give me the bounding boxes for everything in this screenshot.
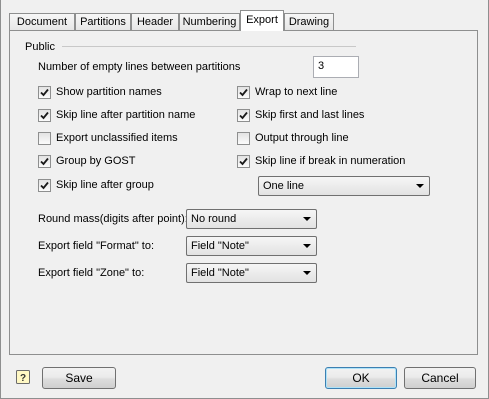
tab-drawing[interactable]: Drawing [284,13,334,31]
show-partition-names-checkbox[interactable]: Show partition names [38,85,162,99]
empty-lines-label: Number of empty lines between partitions [38,61,241,73]
group-divider [62,46,356,47]
checkmark-icon [239,157,248,165]
round-mass-value: No round [191,213,237,225]
checkmark-icon [239,88,248,96]
tab-partitions[interactable]: Partitions [75,13,131,31]
tab-numbering[interactable]: Numbering [179,13,240,31]
export-format-select[interactable]: Field "Note" [186,236,317,256]
group-label-public: Public [25,41,55,53]
export-zone-value: Field "Note" [191,267,249,279]
checkmark-icon [40,181,49,189]
line-mode-value: One line [263,180,304,192]
checkmark-icon [40,88,49,96]
export-zone-label: Export field "Zone" to: [38,267,145,279]
wrap-to-next-line-label: Wrap to next line [255,86,338,98]
tab-header[interactable]: Header [131,13,179,31]
chevron-down-icon [303,244,311,248]
tab-document[interactable]: Document [9,13,75,31]
skip-line-if-break-checkbox[interactable]: Skip line if break in numeration [237,154,405,168]
skip-first-and-last-lines-label: Skip first and last lines [255,109,365,121]
checkmark-icon [40,111,49,119]
export-unclassified-items-label: Export unclassified items [56,132,178,144]
tab-drawing-label: Drawing [288,16,330,28]
skip-line-after-group-label: Skip line after group [56,179,154,191]
checkmark-icon [40,157,49,165]
skip-line-after-partition-name-label: Skip line after partition name [56,109,196,121]
skip-line-after-group-checkbox[interactable]: Skip line after group [38,178,154,192]
svg-text:?: ? [20,373,26,384]
tab-partitions-label: Partitions [80,16,126,28]
chevron-down-icon [416,184,424,188]
save-button[interactable]: Save [42,367,116,389]
ok-button[interactable]: OK [325,367,397,389]
export-format-label: Export field "Format" to: [38,240,155,252]
tab-header-label: Header [136,16,174,28]
tab-document-label: Document [16,16,68,28]
skip-line-after-partition-name-checkbox[interactable]: Skip line after partition name [38,108,195,122]
export-format-value: Field "Note" [191,240,249,252]
chevron-down-icon [303,217,311,221]
round-mass-select[interactable]: No round [186,209,317,229]
tab-numbering-label: Numbering [182,16,237,28]
output-through-line-label: Output through line [255,132,349,144]
skip-line-if-break-label: Skip line if break in numeration [255,155,406,167]
output-through-line-checkbox[interactable]: Output through line [237,131,349,145]
cancel-button[interactable]: Cancel [404,367,476,389]
checkmark-icon [239,111,248,119]
empty-lines-input[interactable]: 3 [313,56,359,78]
show-partition-names-label: Show partition names [56,86,162,98]
export-unclassified-items-checkbox[interactable]: Export unclassified items [38,131,178,145]
line-mode-select[interactable]: One line [258,176,430,196]
wrap-to-next-line-checkbox[interactable]: Wrap to next line [237,85,337,99]
tab-export[interactable]: Export [240,10,284,31]
group-by-gost-label: Group by GOST [56,155,136,167]
skip-first-and-last-lines-checkbox[interactable]: Skip first and last lines [237,108,364,122]
help-icon[interactable]: ? [16,370,30,384]
round-mass-label: Round mass(digits after point): [38,213,188,225]
chevron-down-icon [303,271,311,275]
export-zone-select[interactable]: Field "Note" [186,263,317,283]
tab-export-label: Export [246,14,278,26]
group-by-gost-checkbox[interactable]: Group by GOST [38,154,135,168]
